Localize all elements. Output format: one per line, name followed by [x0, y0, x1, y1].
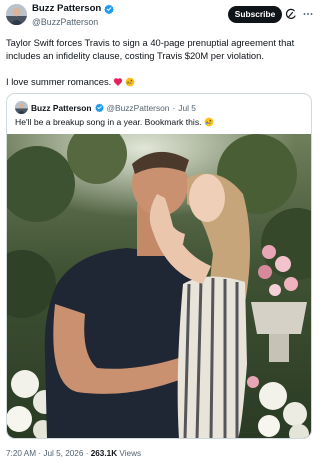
author-block: Buzz Patterson @BuzzPatterson — [32, 3, 115, 28]
author-handle[interactable]: @BuzzPatterson — [32, 16, 114, 28]
quoted-author-avatar[interactable] — [15, 101, 28, 114]
views-label: Views — [119, 449, 142, 458]
separator-dot: · — [172, 102, 176, 113]
quoted-tweet-photo[interactable] — [7, 134, 311, 438]
quoted-tweet-card[interactable]: Buzz Patterson @BuzzPatterson · Jul 5 He… — [6, 93, 312, 439]
tweet-text-line2: I love summer romances. — [6, 76, 112, 87]
separator-dot: · — [85, 449, 89, 458]
quoted-author-name[interactable]: Buzz Patterson — [31, 103, 92, 113]
author-name[interactable]: Buzz Patterson — [32, 3, 101, 15]
tweet-text-line2-row: I love summer romances. — [6, 75, 314, 88]
tweet-date[interactable]: Jul 5, 2026 — [43, 449, 83, 458]
tweet-text-line1: Taylor Swift forces Travis to sign a 40-… — [6, 37, 295, 61]
quoted-tweet-header: Buzz Patterson @BuzzPatterson · Jul 5 — [31, 101, 196, 114]
separator-dot: · — [38, 449, 42, 458]
views-count[interactable]: 263.1K — [91, 449, 117, 458]
tweet-metadata: 7:20 AM · Jul 5, 2026 · 263.1K Views — [6, 448, 141, 459]
tweet-time[interactable]: 7:20 AM — [6, 449, 36, 458]
rolling-laughing-emoji-icon — [125, 77, 135, 86]
verified-badge-icon — [104, 4, 115, 14]
quoted-verified-badge-icon — [94, 103, 104, 112]
more-options-icon[interactable] — [302, 8, 314, 20]
red-heart-emoji-icon — [114, 77, 123, 86]
grok-icon[interactable] — [285, 8, 297, 20]
subscribe-button[interactable]: Subscribe — [228, 6, 282, 23]
quoted-tweet-text: He'll be a breakup song in a year. Bookm… — [15, 117, 202, 127]
author-avatar[interactable] — [6, 4, 27, 25]
quoted-tweet-date[interactable]: Jul 5 — [178, 103, 196, 113]
tweet: Buzz Patterson @BuzzPatterson Subscribe … — [0, 0, 320, 462]
quoted-author-handle[interactable]: @BuzzPatterson — [107, 103, 170, 113]
quoted-tweet-text-row: He'll be a breakup song in a year. Bookm… — [15, 116, 214, 128]
tweet-text: Taylor Swift forces Travis to sign a 40-… — [6, 36, 314, 88]
rolling-laughing-emoji-icon — [204, 117, 213, 127]
